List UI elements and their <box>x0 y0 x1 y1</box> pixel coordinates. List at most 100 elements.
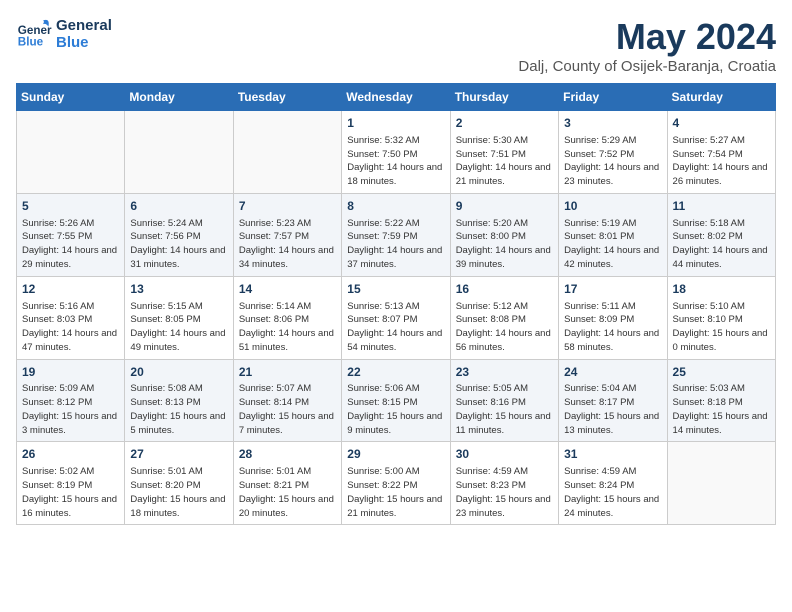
day-cell: 26 Sunrise: 5:02 AM Sunset: 8:19 PM Dayli… <box>17 442 125 525</box>
day-info: Sunrise: 5:26 AM Sunset: 7:55 PM Dayligh… <box>22 217 119 272</box>
day-cell: 28 Sunrise: 5:01 AM Sunset: 8:21 PM Dayli… <box>233 442 341 525</box>
day-number: 25 <box>673 364 770 381</box>
day-header-saturday: Saturday <box>667 84 775 111</box>
day-number: 21 <box>239 364 336 381</box>
day-cell: 24Sunrise: 5:04 AM Sunset: 8:17 PM Dayli… <box>559 359 667 442</box>
day-info: Sunrise: 5:16 AM Sunset: 8:03 PM Dayligh… <box>22 300 119 355</box>
day-number: 22 <box>347 364 444 381</box>
day-header-wednesday: Wednesday <box>342 84 450 111</box>
week-row-3: 12 Sunrise: 5:16 AM Sunset: 8:03 PM Dayli… <box>17 276 776 359</box>
svg-text:Blue: Blue <box>18 36 44 49</box>
calendar-subtitle: Dalj, County of Osijek-Baranja, Croatia <box>518 58 776 75</box>
week-row-1: 1Sunrise: 5:32 AM Sunset: 7:50 PM Daylig… <box>17 111 776 194</box>
day-info: Sunrise: 5:04 AM Sunset: 8:17 PM Dayligh… <box>564 382 661 437</box>
day-cell: 22Sunrise: 5:06 AM Sunset: 8:15 PM Dayli… <box>342 359 450 442</box>
day-info: Sunrise: 5:08 AM Sunset: 8:13 PM Dayligh… <box>130 382 227 437</box>
day-number: 20 <box>130 364 227 381</box>
day-header-thursday: Thursday <box>450 84 558 111</box>
day-number: 8 <box>347 198 444 215</box>
day-info: Sunrise: 5:13 AM Sunset: 8:07 PM Dayligh… <box>347 300 444 355</box>
day-number: 6 <box>130 198 227 215</box>
day-cell: 11 Sunrise: 5:18 AM Sunset: 8:02 PM Dayli… <box>667 193 775 276</box>
day-info: Sunrise: 5:01 AM Sunset: 8:20 PM Dayligh… <box>130 465 227 520</box>
day-cell: 25Sunrise: 5:03 AM Sunset: 8:18 PM Dayli… <box>667 359 775 442</box>
day-cell <box>233 111 341 194</box>
day-info: Sunrise: 5:24 AM Sunset: 7:56 PM Dayligh… <box>130 217 227 272</box>
day-cell <box>17 111 125 194</box>
day-cell: 17 Sunrise: 5:11 AM Sunset: 8:09 PM Dayli… <box>559 276 667 359</box>
day-cell: 23Sunrise: 5:05 AM Sunset: 8:16 PM Dayli… <box>450 359 558 442</box>
day-info: Sunrise: 5:29 AM Sunset: 7:52 PM Dayligh… <box>564 134 661 189</box>
day-info: Sunrise: 5:05 AM Sunset: 8:16 PM Dayligh… <box>456 382 553 437</box>
day-info: Sunrise: 5:14 AM Sunset: 8:06 PM Dayligh… <box>239 300 336 355</box>
day-cell: 5 Sunrise: 5:26 AM Sunset: 7:55 PM Daylig… <box>17 193 125 276</box>
day-info: Sunrise: 5:03 AM Sunset: 8:18 PM Dayligh… <box>673 382 770 437</box>
header-row: SundayMondayTuesdayWednesdayThursdayFrid… <box>17 84 776 111</box>
page-header: General Blue General Blue May 2024 Dalj,… <box>16 16 776 75</box>
day-info: Sunrise: 5:22 AM Sunset: 7:59 PM Dayligh… <box>347 217 444 272</box>
day-number: 3 <box>564 115 661 132</box>
day-number: 28 <box>239 446 336 463</box>
day-info: Sunrise: 5:11 AM Sunset: 8:09 PM Dayligh… <box>564 300 661 355</box>
day-cell: 10Sunrise: 5:19 AM Sunset: 8:01 PM Dayli… <box>559 193 667 276</box>
day-cell: 1Sunrise: 5:32 AM Sunset: 7:50 PM Daylig… <box>342 111 450 194</box>
day-cell: 9Sunrise: 5:20 AM Sunset: 8:00 PM Daylig… <box>450 193 558 276</box>
day-cell: 31Sunrise: 4:59 AM Sunset: 8:24 PM Dayli… <box>559 442 667 525</box>
day-cell: 14 Sunrise: 5:14 AM Sunset: 8:06 PM Dayli… <box>233 276 341 359</box>
day-cell: 16 Sunrise: 5:12 AM Sunset: 8:08 PM Dayli… <box>450 276 558 359</box>
day-number: 17 <box>564 281 661 298</box>
logo: General Blue General Blue <box>16 16 112 52</box>
title-block: May 2024 Dalj, County of Osijek-Baranja,… <box>518 16 776 75</box>
day-number: 11 <box>673 198 770 215</box>
logo-blue: Blue <box>56 34 112 51</box>
day-header-sunday: Sunday <box>17 84 125 111</box>
day-cell: 12 Sunrise: 5:16 AM Sunset: 8:03 PM Dayli… <box>17 276 125 359</box>
day-info: Sunrise: 5:19 AM Sunset: 8:01 PM Dayligh… <box>564 217 661 272</box>
day-number: 27 <box>130 446 227 463</box>
day-cell: 13 Sunrise: 5:15 AM Sunset: 8:05 PM Dayli… <box>125 276 233 359</box>
day-cell: 29Sunrise: 5:00 AM Sunset: 8:22 PM Dayli… <box>342 442 450 525</box>
day-info: Sunrise: 5:15 AM Sunset: 8:05 PM Dayligh… <box>130 300 227 355</box>
day-header-friday: Friday <box>559 84 667 111</box>
day-number: 9 <box>456 198 553 215</box>
day-number: 19 <box>22 364 119 381</box>
day-number: 29 <box>347 446 444 463</box>
day-cell: 20Sunrise: 5:08 AM Sunset: 8:13 PM Dayli… <box>125 359 233 442</box>
day-number: 5 <box>22 198 119 215</box>
logo-text: General Blue <box>56 17 112 52</box>
day-number: 14 <box>239 281 336 298</box>
logo-general: General <box>56 17 112 34</box>
day-number: 4 <box>673 115 770 132</box>
logo-icon: General Blue <box>16 16 52 52</box>
day-number: 12 <box>22 281 119 298</box>
day-info: Sunrise: 5:06 AM Sunset: 8:15 PM Dayligh… <box>347 382 444 437</box>
calendar-table: SundayMondayTuesdayWednesdayThursdayFrid… <box>16 83 776 525</box>
day-info: Sunrise: 5:01 AM Sunset: 8:21 PM Dayligh… <box>239 465 336 520</box>
day-info: Sunrise: 5:12 AM Sunset: 8:08 PM Dayligh… <box>456 300 553 355</box>
week-row-2: 5 Sunrise: 5:26 AM Sunset: 7:55 PM Daylig… <box>17 193 776 276</box>
day-header-monday: Monday <box>125 84 233 111</box>
calendar-title: May 2024 <box>518 16 776 58</box>
day-number: 2 <box>456 115 553 132</box>
day-cell: 3 Sunrise: 5:29 AM Sunset: 7:52 PM Daylig… <box>559 111 667 194</box>
day-number: 13 <box>130 281 227 298</box>
day-cell <box>125 111 233 194</box>
day-number: 26 <box>22 446 119 463</box>
day-info: Sunrise: 5:02 AM Sunset: 8:19 PM Dayligh… <box>22 465 119 520</box>
day-number: 16 <box>456 281 553 298</box>
day-info: Sunrise: 5:07 AM Sunset: 8:14 PM Dayligh… <box>239 382 336 437</box>
day-info: Sunrise: 5:10 AM Sunset: 8:10 PM Dayligh… <box>673 300 770 355</box>
day-cell: 7Sunrise: 5:23 AM Sunset: 7:57 PM Daylig… <box>233 193 341 276</box>
day-cell: 2 Sunrise: 5:30 AM Sunset: 7:51 PM Daylig… <box>450 111 558 194</box>
day-info: Sunrise: 5:18 AM Sunset: 8:02 PM Dayligh… <box>673 217 770 272</box>
day-info: Sunrise: 5:23 AM Sunset: 7:57 PM Dayligh… <box>239 217 336 272</box>
day-info: Sunrise: 5:30 AM Sunset: 7:51 PM Dayligh… <box>456 134 553 189</box>
day-number: 24 <box>564 364 661 381</box>
day-cell <box>667 442 775 525</box>
day-cell: 8 Sunrise: 5:22 AM Sunset: 7:59 PM Daylig… <box>342 193 450 276</box>
day-cell: 27 Sunrise: 5:01 AM Sunset: 8:20 PM Dayli… <box>125 442 233 525</box>
day-number: 15 <box>347 281 444 298</box>
day-info: Sunrise: 5:09 AM Sunset: 8:12 PM Dayligh… <box>22 382 119 437</box>
day-number: 23 <box>456 364 553 381</box>
day-cell: 19Sunrise: 5:09 AM Sunset: 8:12 PM Dayli… <box>17 359 125 442</box>
